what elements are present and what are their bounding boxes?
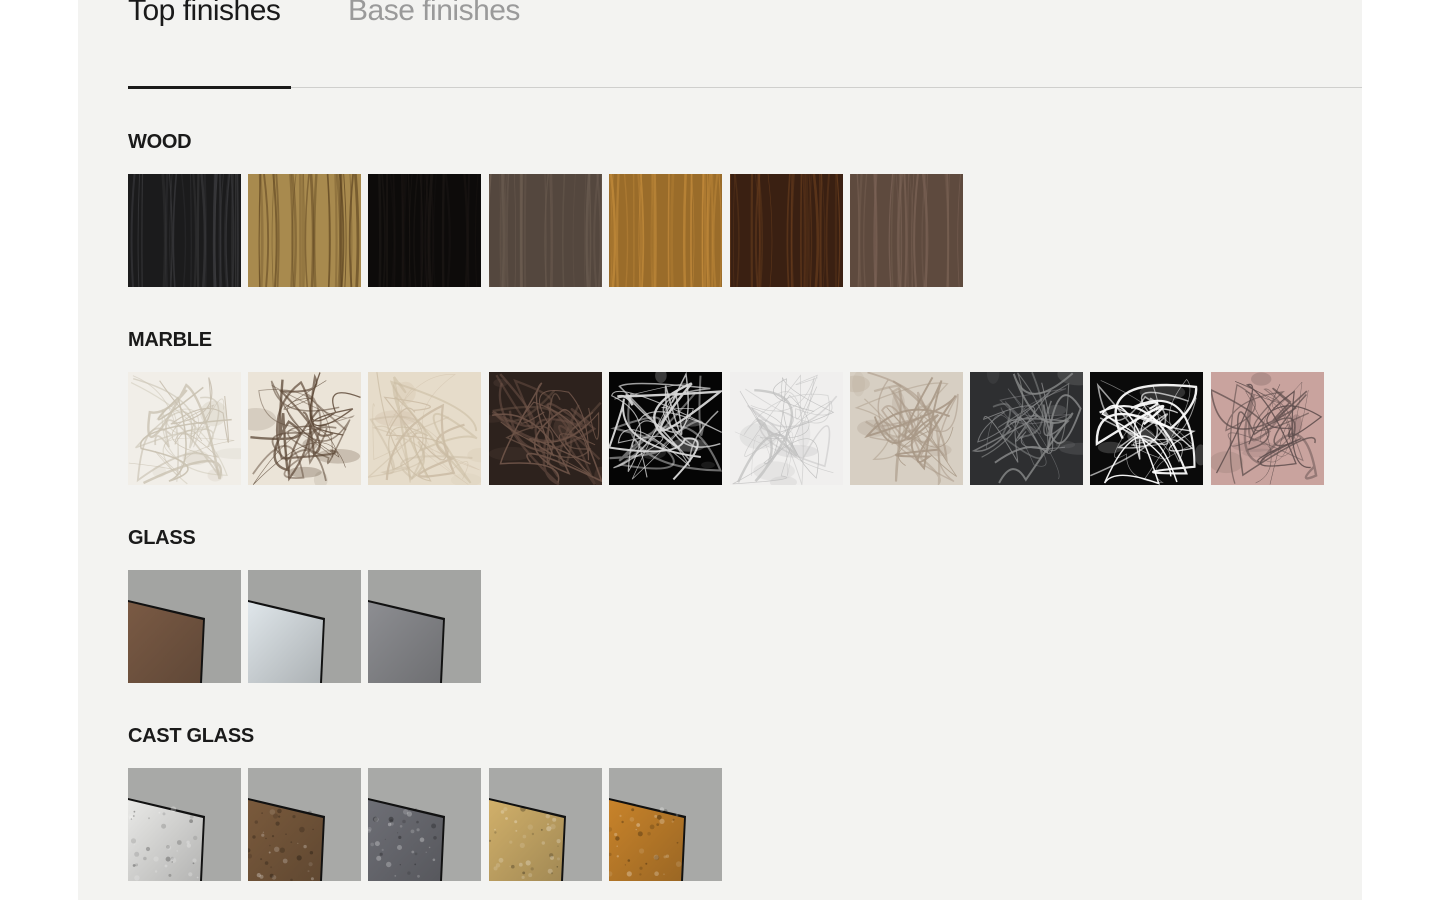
wood-texture xyxy=(248,174,361,287)
marble-texture xyxy=(128,372,241,485)
wood-texture xyxy=(609,174,722,287)
marble-swatch[interactable] xyxy=(609,372,722,485)
glass-texture xyxy=(248,570,361,683)
marble-texture xyxy=(489,372,602,485)
cast-glass-swatch[interactable] xyxy=(368,768,481,881)
marble-texture xyxy=(1090,372,1203,485)
section-title-cast-glass: CAST GLASS xyxy=(128,725,254,747)
cast-glass-texture xyxy=(368,768,481,881)
cast-glass-texture xyxy=(489,768,602,881)
finish-tabs: Top finishes Base finishes xyxy=(128,0,1362,90)
cast-glass-swatch[interactable] xyxy=(248,768,361,881)
cast-glass-texture xyxy=(609,768,722,881)
marble-texture xyxy=(730,372,843,485)
marble-swatch[interactable] xyxy=(368,372,481,485)
cast-glass-swatch[interactable] xyxy=(489,768,602,881)
cast-glass-swatch[interactable] xyxy=(128,768,241,881)
marble-texture xyxy=(850,372,963,485)
section-title-glass: GLASS xyxy=(128,527,196,549)
marble-texture xyxy=(609,372,722,485)
marble-swatch[interactable] xyxy=(970,372,1083,485)
section-title-marble: MARBLE xyxy=(128,329,212,351)
wood-texture xyxy=(368,174,481,287)
marble-texture xyxy=(970,372,1083,485)
tab-top-finishes[interactable]: Top finishes xyxy=(128,0,281,28)
wood-swatch[interactable] xyxy=(368,174,481,287)
section-title-wood: WOOD xyxy=(128,131,192,153)
cast-glass-texture xyxy=(248,768,361,881)
wood-texture xyxy=(489,174,602,287)
marble-swatch[interactable] xyxy=(730,372,843,485)
cast-glass-swatch[interactable] xyxy=(609,768,722,881)
cast-glass-texture xyxy=(128,768,241,881)
glass-swatch[interactable] xyxy=(128,570,241,683)
marble-swatch[interactable] xyxy=(248,372,361,485)
cast-glass-swatches xyxy=(128,768,723,881)
marble-texture xyxy=(248,372,361,485)
wood-swatch[interactable] xyxy=(609,174,722,287)
wood-swatch[interactable] xyxy=(248,174,361,287)
marble-swatches xyxy=(128,372,1324,485)
wood-swatch[interactable] xyxy=(128,174,241,287)
finishes-panel: Top finishes Base finishes WOOD MARBLE G… xyxy=(78,0,1362,900)
wood-texture xyxy=(128,174,241,287)
glass-texture xyxy=(128,570,241,683)
marble-swatch[interactable] xyxy=(489,372,602,485)
marble-swatch[interactable] xyxy=(1090,372,1203,485)
glass-swatches xyxy=(128,570,482,683)
wood-texture xyxy=(730,174,843,287)
marble-swatch[interactable] xyxy=(850,372,963,485)
active-tab-indicator xyxy=(128,86,291,89)
glass-swatch[interactable] xyxy=(368,570,481,683)
wood-texture xyxy=(850,174,963,287)
wood-swatch[interactable] xyxy=(489,174,602,287)
marble-texture xyxy=(1211,372,1324,485)
wood-swatch[interactable] xyxy=(730,174,843,287)
marble-swatch[interactable] xyxy=(128,372,241,485)
marble-texture xyxy=(368,372,481,485)
wood-swatch[interactable] xyxy=(850,174,963,287)
tab-divider xyxy=(128,87,1362,88)
wood-swatches xyxy=(128,174,964,287)
glass-swatch[interactable] xyxy=(248,570,361,683)
marble-swatch[interactable] xyxy=(1211,372,1324,485)
glass-texture xyxy=(368,570,481,683)
tab-base-finishes[interactable]: Base finishes xyxy=(348,0,520,28)
